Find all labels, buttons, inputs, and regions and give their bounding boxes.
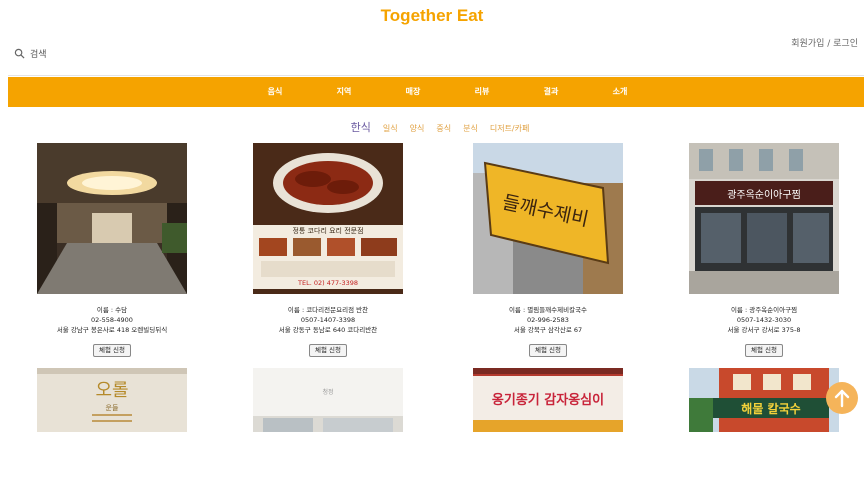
- nav-item-store[interactable]: 매장: [406, 77, 421, 107]
- restaurant-image-row2-1[interactable]: 오롤 운들: [37, 368, 187, 432]
- restaurant-phone: 02-996-2583: [527, 316, 569, 324]
- restaurant-info-agujjim: 이름 : 광주옥순이아구찜 0507-1432-3030 서울 강서구 강서로 …: [654, 305, 864, 335]
- restaurant-phone: 0507-1407-3398: [300, 316, 356, 324]
- restaurant-address: 서울 강남구 봉은사로 418 오렌빌딩뒤식: [56, 326, 168, 334]
- nav-item-food[interactable]: 음식: [268, 77, 283, 107]
- row2-2-sign: 청정: [322, 389, 333, 396]
- restaurant-info-sudam: 이름 : 수담 02-558-4900 서울 강남구 봉은사로 418 오렌빌딩…: [2, 305, 222, 335]
- restaurant-image-row2-3[interactable]: 옹기종기 감자옹심이: [473, 368, 623, 432]
- main-nav: 음식 지역 매장 리뷰 결과 소개: [8, 77, 864, 107]
- restaurant-address: 서울 강동구 동남로 640 코다리반찬: [278, 326, 378, 334]
- auth-separator: /: [824, 39, 834, 49]
- apply-button-agujjim[interactable]: 체험 신청: [745, 344, 783, 357]
- header-divider: [8, 75, 864, 76]
- arrow-up-icon: [834, 389, 850, 408]
- site-title[interactable]: Together Eat: [0, 6, 864, 26]
- nav-item-review[interactable]: 리뷰: [475, 77, 490, 107]
- row2-4-sign: 해물 칼국수: [741, 402, 800, 416]
- category-tabs: 한식 일식 양식 중식 분식 디저트/카페: [8, 119, 864, 135]
- restaurant-image-deulkkae[interactable]: 들깨수제비: [473, 143, 623, 294]
- codari-caption: 정통 코다리 요리 전문점: [292, 226, 363, 235]
- search-label[interactable]: 검색: [30, 47, 47, 60]
- auth-links: 회원가입 / 로그인: [791, 36, 858, 49]
- nav-item-about[interactable]: 소개: [613, 77, 628, 107]
- search-icon: [14, 48, 25, 59]
- restaurant-name: 이름 : 광주옥순이아구찜: [730, 306, 798, 314]
- row2-1-sign: 오롤: [95, 380, 128, 401]
- restaurant-phone: 02-558-4900: [91, 316, 133, 324]
- apply-button-codari[interactable]: 체험 신청: [309, 344, 347, 357]
- tab-snack[interactable]: 분식: [463, 123, 478, 134]
- restaurant-image-agujjim[interactable]: 광주옥순이아구찜: [689, 143, 839, 294]
- agujjim-sign: 광주옥순이아구찜: [727, 189, 801, 201]
- row2-1-sub: 운들: [106, 404, 119, 412]
- codari-tel: TEL. 02) 477-3398: [297, 279, 358, 287]
- tab-japanese[interactable]: 일식: [383, 123, 398, 134]
- restaurant-name: 이름 : 코다리전문요리점 반찬: [287, 306, 369, 314]
- tab-chinese[interactable]: 중식: [436, 123, 451, 134]
- nav-item-result[interactable]: 결과: [544, 77, 559, 107]
- apply-button-sudam[interactable]: 체험 신청: [93, 344, 131, 357]
- apply-button-deulkkae[interactable]: 체험 신청: [529, 344, 567, 357]
- nav-item-region[interactable]: 지역: [337, 77, 352, 107]
- scroll-to-top-button[interactable]: [826, 382, 858, 414]
- restaurant-image-row2-2[interactable]: 청정: [253, 368, 403, 432]
- restaurant-info-codari: 이름 : 코다리전문요리점 반찬 0507-1407-3398 서울 강동구 동…: [218, 305, 438, 335]
- search[interactable]: 검색: [14, 47, 47, 60]
- tab-dessert-cafe[interactable]: 디저트/카페: [490, 123, 530, 134]
- restaurant-address: 서울 강서구 강서로 375-8: [727, 326, 801, 334]
- restaurant-address: 서울 강북구 삼각산로 67: [513, 326, 583, 334]
- row2-3-sign: 옹기종기 감자옹심이: [492, 392, 604, 408]
- restaurant-name: 이름 : 수담: [96, 306, 128, 314]
- restaurant-phone: 0507-1432-3030: [736, 316, 792, 324]
- tab-korean[interactable]: 한식: [351, 119, 371, 135]
- restaurant-name: 이름 : 별림들깨수제비칼국수: [508, 306, 588, 314]
- restaurant-image-codari[interactable]: 정통 코다리 요리 전문점 TEL. 02) 477-3398: [253, 143, 403, 294]
- restaurant-info-deulkkae: 이름 : 별림들깨수제비칼국수 02-996-2583 서울 강북구 삼각산로 …: [438, 305, 658, 335]
- tab-western[interactable]: 양식: [410, 123, 425, 134]
- restaurant-image-sudam[interactable]: [37, 143, 187, 294]
- restaurant-image-row2-4[interactable]: 해물 칼국수: [689, 368, 839, 432]
- signup-link[interactable]: 회원가입: [791, 39, 824, 49]
- login-link[interactable]: 로그인: [833, 39, 858, 49]
